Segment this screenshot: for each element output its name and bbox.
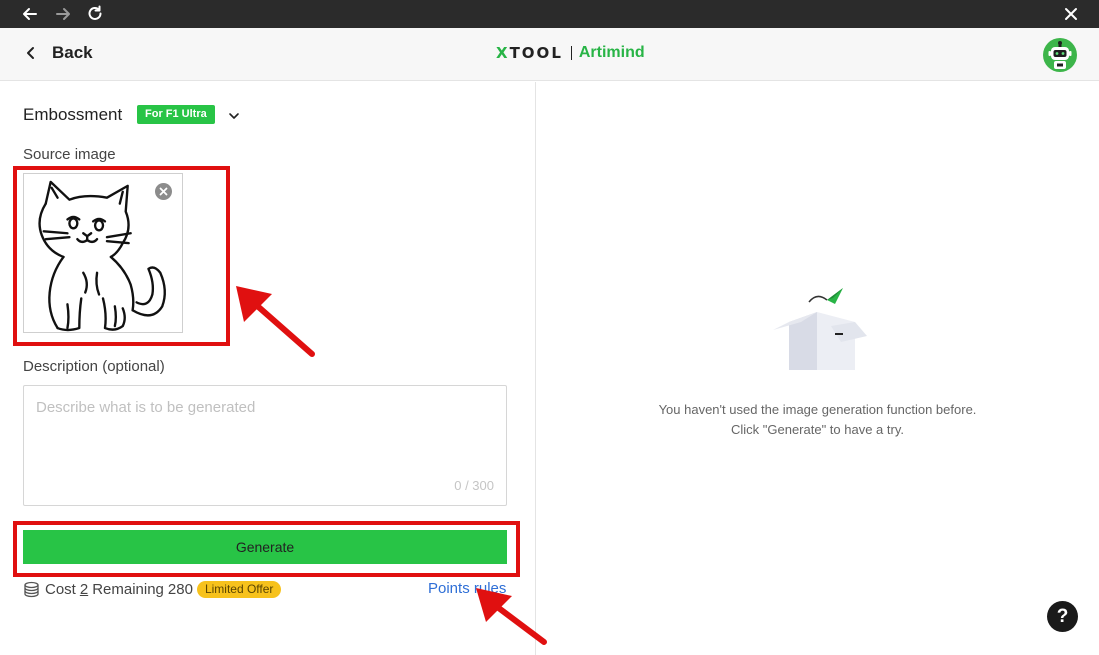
description-label: Description (optional) — [23, 358, 165, 375]
brand-separator — [570, 46, 572, 60]
right-panel: You haven't used the image generation fu… — [536, 82, 1099, 655]
brand-logo: XTOOL Artimind — [496, 44, 645, 62]
empty-box-icon — [769, 282, 869, 377]
limited-offer-badge: Limited Offer — [196, 580, 282, 598]
app-header: Back XTOOL Artimind — [0, 28, 1099, 81]
reload-icon[interactable] — [85, 4, 105, 24]
empty-line-2: Click "Generate" to have a try. — [730, 422, 904, 437]
cost-label: Cost — [45, 580, 76, 598]
source-image-label: Source image — [23, 146, 116, 163]
xtool-logo: XTOOL — [496, 44, 563, 62]
empty-state-text: You haven't used the image generation fu… — [536, 400, 1099, 440]
cost-row: Cost 2 Remaining 280 Limited Offer — [23, 579, 282, 599]
mode-badge: For F1 Ultra — [137, 105, 215, 124]
description-input[interactable] — [24, 386, 506, 505]
help-button[interactable]: ? — [1047, 601, 1078, 632]
brand-name: Artimind — [578, 44, 645, 61]
close-icon[interactable] — [1061, 4, 1081, 24]
xtool-logo-rest: TOOL — [509, 44, 563, 62]
robot-avatar-icon[interactable] — [1043, 38, 1077, 72]
remaining-value: 280 — [167, 580, 193, 598]
empty-line-1: You haven't used the image generation fu… — [658, 402, 977, 417]
back-label: Back — [52, 43, 93, 62]
description-field[interactable]: 0 / 300 — [23, 385, 507, 506]
remaining-label: Remaining — [92, 580, 164, 598]
chevron-down-icon[interactable] — [226, 108, 242, 124]
arrow-right-icon[interactable] — [53, 4, 73, 24]
cost-value: 2 — [79, 580, 89, 598]
mode-title: Embossment — [23, 105, 123, 124]
coins-icon — [23, 581, 40, 598]
annotation-arrow-points — [476, 588, 547, 645]
generate-highlight-box — [13, 521, 520, 577]
chevron-left-icon — [27, 47, 34, 59]
left-panel: Embossment For F1 Ultra Source image Des… — [0, 82, 535, 655]
back-button[interactable]: Back — [24, 43, 93, 63]
xtool-logo-x: X — [496, 44, 510, 62]
arrow-left-icon[interactable] — [20, 4, 40, 24]
annotation-arrow-image — [236, 286, 315, 357]
image-highlight-box — [13, 166, 230, 346]
window-titlebar — [0, 0, 1099, 28]
description-char-count: 0 / 300 — [454, 478, 494, 493]
